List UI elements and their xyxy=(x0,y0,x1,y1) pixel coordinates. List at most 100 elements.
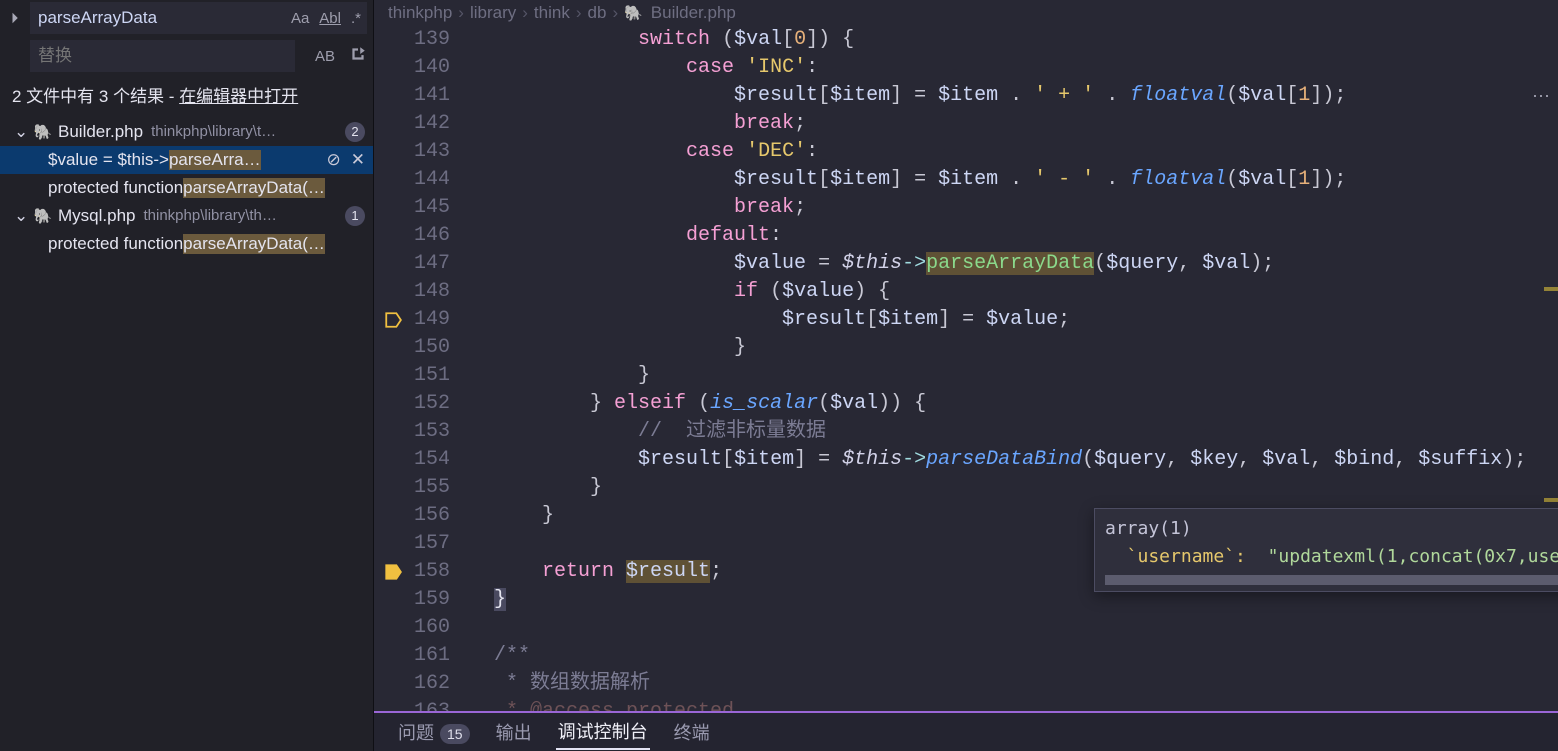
debug-hover-tooltip: array(1) `username`: "updatexml(1,concat… xyxy=(1094,508,1558,592)
chevron-down-icon[interactable]: ⌄ xyxy=(14,122,28,142)
code-line[interactable]: $result[$item] = $item . ' - ' . floatva… xyxy=(494,166,1558,194)
close-icon[interactable]: ✕ xyxy=(351,150,365,170)
hover-scrollbar[interactable] xyxy=(1105,575,1558,585)
search-sidebar: Aa Abl .* AB ⋯ 2 文件中有 3 个结果 - 在编辑器中打开 ⌄ … xyxy=(0,0,374,751)
code-line[interactable]: if ($value) { xyxy=(494,278,1558,306)
file-path: thinkphp\library\th… xyxy=(143,207,339,224)
line-number[interactable]: 151 xyxy=(374,362,486,390)
line-number[interactable]: 147 xyxy=(374,250,486,278)
search-match-row[interactable]: $value = $this->parseArra…⊘✕ xyxy=(0,146,373,174)
code-line[interactable]: case 'INC': xyxy=(494,54,1558,82)
line-number[interactable]: 139 xyxy=(374,26,486,54)
code-line[interactable]: case 'DEC': xyxy=(494,138,1558,166)
php-file-icon: 🐘 xyxy=(34,207,52,225)
whole-word-toggle[interactable]: Abl xyxy=(319,10,341,27)
file-path: thinkphp\library\t… xyxy=(151,123,339,140)
search-summary: 2 文件中有 3 个结果 - 在编辑器中打开 xyxy=(0,76,373,118)
line-number[interactable]: 156 xyxy=(374,502,486,530)
line-number[interactable]: 155 xyxy=(374,474,486,502)
search-file-row[interactable]: ⌄ 🐘 Mysql.php thinkphp\library\th… 1 xyxy=(0,202,373,230)
panel-tab[interactable]: 问题15 xyxy=(396,715,472,749)
breakpoint-icon[interactable] xyxy=(382,309,404,331)
code-line[interactable]: $result[$item] = $this->parseDataBind($q… xyxy=(494,446,1558,474)
line-number[interactable]: 161 xyxy=(374,642,486,670)
chevron-down-icon[interactable]: ⌄ xyxy=(14,206,28,226)
line-number[interactable]: 160 xyxy=(374,614,486,642)
code-editor[interactable]: 1391401411421431441451461471481491501511… xyxy=(374,26,1558,711)
code-line[interactable]: $result[$item] = $value; xyxy=(494,306,1558,334)
code-line[interactable]: } xyxy=(494,334,1558,362)
line-number[interactable]: 148 xyxy=(374,278,486,306)
code-line[interactable]: default: xyxy=(494,222,1558,250)
search-results-tree: ⌄ 🐘 Builder.php thinkphp\library\t… 2$va… xyxy=(0,118,373,751)
line-number[interactable]: 142 xyxy=(374,110,486,138)
breadcrumb-item[interactable]: Builder.php xyxy=(651,3,736,23)
open-in-editor-link[interactable]: 在编辑器中打开 xyxy=(179,87,298,106)
file-name: Builder.php xyxy=(58,122,143,142)
breadcrumb-separator: › xyxy=(458,3,464,23)
code-line[interactable]: break; xyxy=(494,194,1558,222)
code-line[interactable]: } xyxy=(494,474,1558,502)
php-file-icon: 🐘 xyxy=(34,123,52,141)
code-line[interactable]: } xyxy=(494,362,1558,390)
line-number[interactable]: 162 xyxy=(374,670,486,698)
code-line[interactable]: $value = $this->parseArrayData($query, $… xyxy=(494,250,1558,278)
match-case-toggle[interactable]: Aa xyxy=(291,10,309,27)
match-count-badge: 2 xyxy=(345,122,365,142)
code-line[interactable]: // 过滤非标量数据 xyxy=(494,418,1558,446)
file-name: Mysql.php xyxy=(58,206,135,226)
panel-tab[interactable]: 输出 xyxy=(494,715,534,749)
code-line[interactable] xyxy=(494,614,1558,642)
code-line[interactable]: } elseif (is_scalar($val)) { xyxy=(494,390,1558,418)
search-match-row[interactable]: protected function parseArrayData(… xyxy=(0,230,373,258)
php-file-icon: 🐘 xyxy=(624,4,643,22)
regex-toggle[interactable]: .* xyxy=(351,10,361,27)
panel-tab[interactable]: 调试控制台 xyxy=(556,714,650,750)
line-number[interactable]: 157 xyxy=(374,530,486,558)
preserve-case-toggle[interactable]: AB xyxy=(315,48,335,65)
code-line[interactable]: * @access protected xyxy=(494,698,1558,711)
breadcrumb-item[interactable]: library xyxy=(470,3,516,23)
line-number[interactable]: 153 xyxy=(374,418,486,446)
hover-line2: `username`: "updatexml(1,concat(0x7,user… xyxy=(1105,543,1558,571)
line-number[interactable]: 152 xyxy=(374,390,486,418)
hover-line1: array(1) xyxy=(1105,515,1558,543)
match-highlight: parseArrayData(… xyxy=(183,178,325,198)
match-count-badge: 1 xyxy=(345,206,365,226)
line-number[interactable]: 144 xyxy=(374,166,486,194)
match-highlight: parseArra… xyxy=(169,150,261,170)
line-number[interactable]: 145 xyxy=(374,194,486,222)
toggle-replace-icon[interactable] xyxy=(6,3,26,33)
line-number[interactable]: 146 xyxy=(374,222,486,250)
dismiss-match-icon[interactable]: ⊘ xyxy=(327,150,341,170)
breakpoint-active-icon[interactable] xyxy=(382,561,404,583)
line-number[interactable]: 159 xyxy=(374,586,486,614)
code-line[interactable]: switch ($val[0]) { xyxy=(494,26,1558,54)
breadcrumb-item[interactable]: thinkphp xyxy=(388,3,452,23)
breadcrumbs[interactable]: thinkphp › library › think › db › 🐘 Build… xyxy=(374,0,1558,26)
match-highlight: parseArrayData(… xyxy=(183,234,325,254)
bottom-panel: 问题15 输出调试控制台终端 xyxy=(374,711,1558,751)
panel-tab[interactable]: 终端 xyxy=(672,715,712,749)
editor-area: thinkphp › library › think › db › 🐘 Build… xyxy=(374,0,1558,751)
search-file-row[interactable]: ⌄ 🐘 Builder.php thinkphp\library\t… 2 xyxy=(0,118,373,146)
breadcrumb-separator: › xyxy=(576,3,582,23)
breadcrumb-item[interactable]: think xyxy=(534,3,570,23)
line-number[interactable]: 163 xyxy=(374,698,486,711)
breadcrumb-separator: › xyxy=(522,3,528,23)
code-line[interactable]: break; xyxy=(494,110,1558,138)
line-number[interactable]: 154 xyxy=(374,446,486,474)
line-number[interactable]: 143 xyxy=(374,138,486,166)
replace-all-icon[interactable] xyxy=(349,45,367,68)
line-number[interactable]: 140 xyxy=(374,54,486,82)
code-line[interactable]: $result[$item] = $item . ' + ' . floatva… xyxy=(494,82,1558,110)
breadcrumb-item[interactable]: db xyxy=(588,3,607,23)
code-line[interactable]: * 数组数据解析 xyxy=(494,670,1558,698)
line-number[interactable]: 150 xyxy=(374,334,486,362)
replace-input[interactable] xyxy=(30,40,295,72)
code-line[interactable]: /** xyxy=(494,642,1558,670)
search-match-row[interactable]: protected function parseArrayData(… xyxy=(0,174,373,202)
breadcrumb-separator: › xyxy=(612,3,618,23)
problems-count-badge: 15 xyxy=(440,724,470,744)
line-number[interactable]: 141 xyxy=(374,82,486,110)
